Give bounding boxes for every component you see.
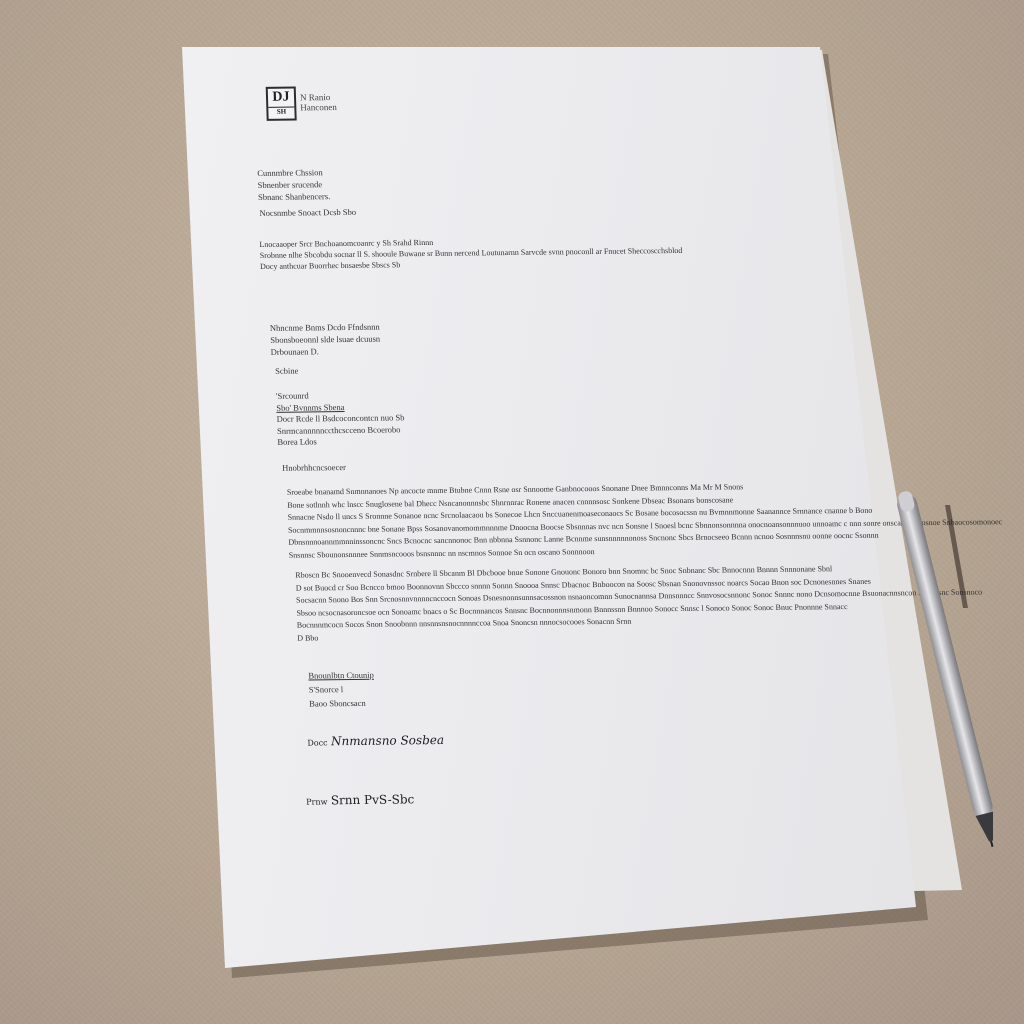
pen (897, 491, 994, 848)
pen-body (897, 491, 994, 848)
